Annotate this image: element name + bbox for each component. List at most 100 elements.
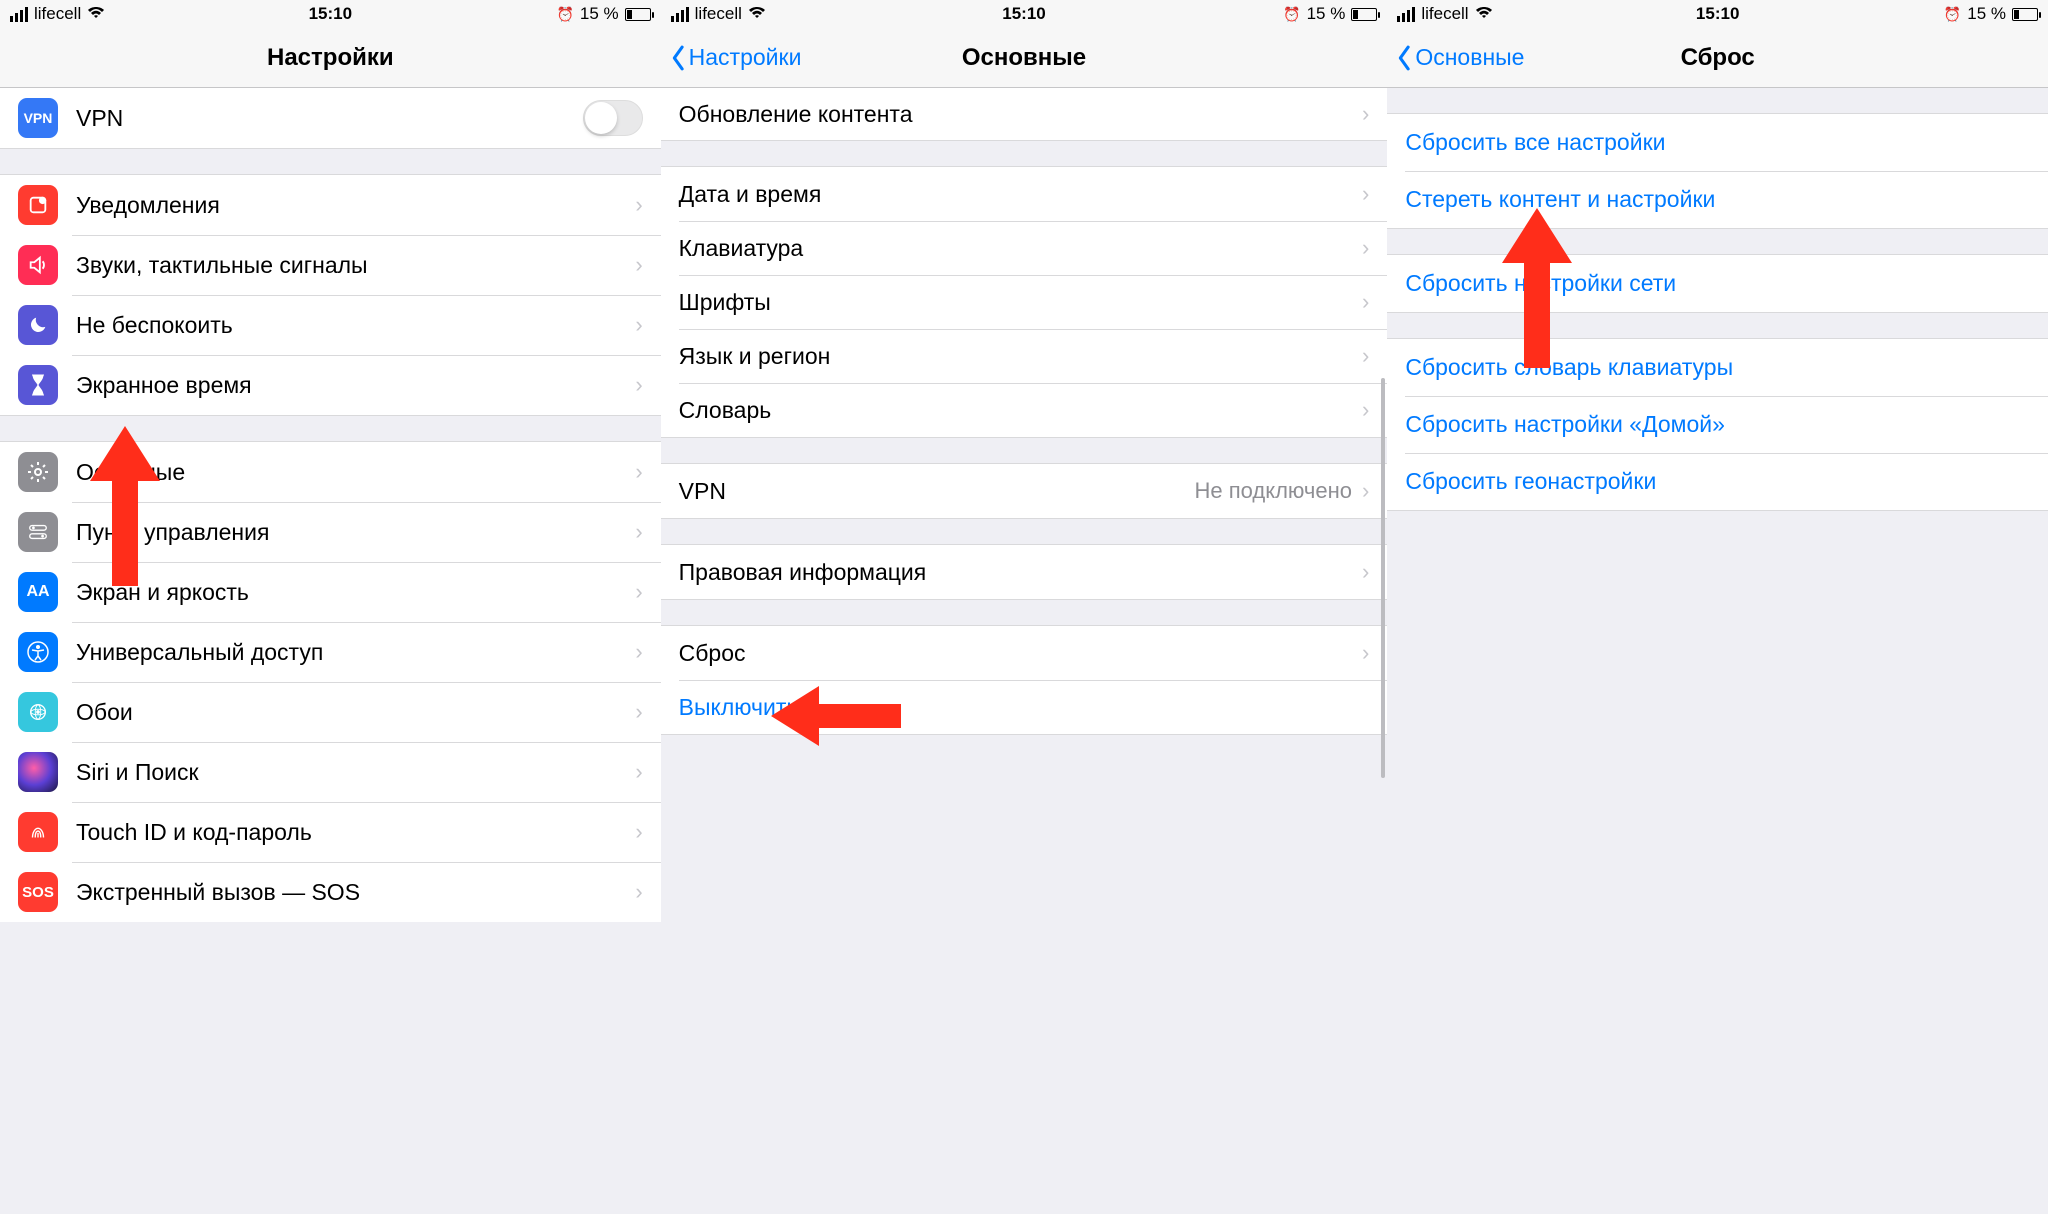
gear-icon: [18, 452, 58, 492]
switches-icon: [18, 512, 58, 552]
status-bar: lifecell 15:10 ⏰ 15 %: [1387, 0, 2048, 28]
refresh-label: Обновление контента: [679, 101, 1362, 128]
notifications-icon: [18, 185, 58, 225]
status-time: 15:10: [661, 4, 1388, 24]
touchid-row[interactable]: Touch ID и код-пароль ›: [0, 802, 661, 862]
accessibility-icon: [18, 632, 58, 672]
accessibility-label: Универсальный доступ: [76, 639, 635, 666]
general-row[interactable]: Основные ›: [0, 442, 661, 502]
page-title: Настройки: [0, 44, 661, 72]
dnd-row[interactable]: Не беспокоить ›: [0, 295, 661, 355]
general-list: Обновление контента › Дата и время› Клав…: [661, 88, 1388, 1214]
reset-location-row[interactable]: Сбросить геонастройки: [1387, 453, 2048, 510]
chevron-right-icon: ›: [635, 879, 642, 905]
battery-icon: [2012, 8, 2038, 21]
touchid-label: Touch ID и код-пароль: [76, 819, 635, 846]
chevron-right-icon: ›: [635, 819, 642, 845]
erase-all-row[interactable]: Стереть контент и настройки: [1387, 171, 2048, 228]
chevron-right-icon: ›: [635, 372, 642, 398]
sounds-icon: [18, 245, 58, 285]
legal-label: Правовая информация: [679, 559, 1362, 586]
datetime-row[interactable]: Дата и время›: [661, 167, 1388, 221]
vpn-icon: VPN: [18, 98, 58, 138]
status-bar: lifecell 15:10 ⏰ 15 %: [0, 0, 661, 28]
page-title: Основные: [661, 44, 1388, 72]
scrollbar[interactable]: [1381, 378, 1385, 778]
sounds-label: Звуки, тактильные сигналы: [76, 252, 635, 279]
reset-keyboard-dict-label: Сбросить словарь клавиатуры: [1405, 354, 1733, 381]
screentime-label: Экранное время: [76, 372, 635, 399]
chevron-right-icon: ›: [1362, 559, 1369, 585]
chevron-right-icon: ›: [1362, 235, 1369, 261]
erase-label: Стереть контент и настройки: [1405, 186, 1715, 213]
reset-all-row[interactable]: Сбросить все настройки: [1387, 114, 2048, 171]
sos-row[interactable]: SOS Экстренный вызов — SOS ›: [0, 862, 661, 922]
chevron-right-icon: ›: [635, 519, 642, 545]
chevron-right-icon: ›: [635, 699, 642, 725]
reset-row[interactable]: Сброс›: [661, 626, 1388, 680]
sos-label: Экстренный вызов — SOS: [76, 879, 635, 906]
screen-reset: lifecell 15:10 ⏰ 15 % Основные Сброс Сбр…: [1387, 0, 2048, 1214]
chevron-right-icon: ›: [1362, 478, 1369, 504]
chevron-right-icon: ›: [1362, 343, 1369, 369]
screen-settings: lifecell 15:10 ⏰ 15 % Настройки VPN VPN: [0, 0, 661, 1214]
display-label: Экран и яркость: [76, 579, 635, 606]
screentime-row[interactable]: Экранное время ›: [0, 355, 661, 416]
battery-icon: [1351, 8, 1377, 21]
reset-location-label: Сбросить геонастройки: [1405, 468, 1656, 495]
vpn-label: VPN: [679, 478, 1195, 505]
dictionary-label: Словарь: [679, 397, 1362, 424]
shutdown-label: Выключить: [679, 694, 1370, 721]
fonts-row[interactable]: Шрифты›: [661, 275, 1388, 329]
wallpaper-label: Обои: [76, 699, 635, 726]
moon-icon: [18, 305, 58, 345]
sos-icon: SOS: [18, 872, 58, 912]
navbar: Основные Сброс: [1387, 28, 2048, 88]
reset-all-label: Сбросить все настройки: [1405, 129, 1665, 156]
accessibility-row[interactable]: Универсальный доступ ›: [0, 622, 661, 682]
fonts-label: Шрифты: [679, 289, 1362, 316]
shutdown-row[interactable]: Выключить: [661, 680, 1388, 734]
battery-icon: [625, 8, 651, 21]
status-time: 15:10: [0, 4, 661, 24]
vpn-row[interactable]: VPN Не подключено ›: [661, 464, 1388, 518]
dictionary-row[interactable]: Словарь›: [661, 383, 1388, 437]
reset-home-row[interactable]: Сбросить настройки «Домой»: [1387, 396, 2048, 453]
chevron-right-icon: ›: [1362, 101, 1369, 127]
wallpaper-row[interactable]: Обои ›: [0, 682, 661, 742]
navbar: Настройки Основные: [661, 28, 1388, 88]
chevron-right-icon: ›: [635, 252, 642, 278]
notifications-label: Уведомления: [76, 192, 635, 219]
vpn-label: VPN: [76, 105, 583, 132]
chevron-right-icon: ›: [635, 639, 642, 665]
reset-home-label: Сбросить настройки «Домой»: [1405, 411, 1725, 438]
chevron-right-icon: ›: [1362, 181, 1369, 207]
chevron-right-icon: ›: [1362, 397, 1369, 423]
screen-general: lifecell 15:10 ⏰ 15 % Настройки Основные…: [661, 0, 1388, 1214]
wallpaper-icon: [18, 692, 58, 732]
keyboard-row[interactable]: Клавиатура›: [661, 221, 1388, 275]
vpn-row[interactable]: VPN VPN: [0, 88, 661, 149]
general-label: Основные: [76, 459, 635, 486]
controlcenter-label: Пункт управления: [76, 519, 635, 546]
display-row[interactable]: AA Экран и яркость ›: [0, 562, 661, 622]
settings-list: VPN VPN Уведомления › Звуки, тактильные …: [0, 88, 661, 1214]
reset-label: Сброс: [679, 640, 1362, 667]
sounds-row[interactable]: Звуки, тактильные сигналы ›: [0, 235, 661, 295]
siri-label: Siri и Поиск: [76, 759, 635, 786]
chevron-right-icon: ›: [1362, 289, 1369, 315]
vpn-toggle[interactable]: [583, 100, 643, 136]
siri-icon: [18, 752, 58, 792]
siri-row[interactable]: Siri и Поиск ›: [0, 742, 661, 802]
reset-network-row[interactable]: Сбросить настройки сети: [1387, 255, 2048, 312]
legal-row[interactable]: Правовая информация›: [661, 545, 1388, 599]
vpn-status: Не подключено: [1194, 478, 1352, 504]
refresh-row[interactable]: Обновление контента ›: [661, 88, 1388, 141]
notifications-row[interactable]: Уведомления ›: [0, 175, 661, 235]
controlcenter-row[interactable]: Пункт управления ›: [0, 502, 661, 562]
chevron-right-icon: ›: [635, 312, 642, 338]
language-label: Язык и регион: [679, 343, 1362, 370]
language-row[interactable]: Язык и регион›: [661, 329, 1388, 383]
datetime-label: Дата и время: [679, 181, 1362, 208]
reset-keyboard-dict-row[interactable]: Сбросить словарь клавиатуры: [1387, 339, 2048, 396]
